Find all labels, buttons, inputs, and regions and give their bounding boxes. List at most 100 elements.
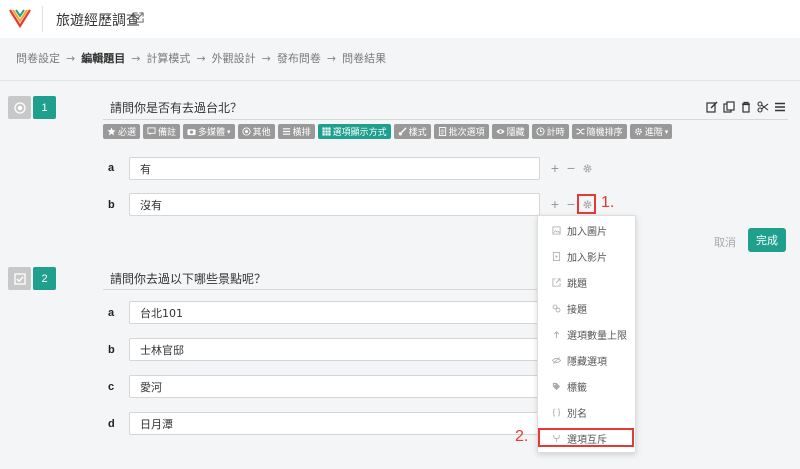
annotation-highlight-box	[577, 194, 596, 214]
shuffle-icon	[576, 127, 585, 136]
star-icon	[107, 127, 116, 136]
menu-item-external-link[interactable]: 跳題	[538, 271, 635, 293]
toolbar-button-label: 橫排	[292, 128, 311, 138]
toolbar-button-label: 進階	[644, 128, 663, 138]
menu-item-video[interactable]: 加入影片	[538, 245, 635, 267]
step-results[interactable]: 問卷結果	[342, 50, 386, 66]
menu-item-label: 跳題	[567, 278, 587, 290]
question-number: 1	[33, 96, 56, 119]
radio-type-icon[interactable]	[8, 96, 31, 119]
option-input-a[interactable]: 有	[129, 157, 540, 180]
step-edit-questions[interactable]: 編輯題目	[81, 50, 125, 66]
option-settings-menu: 加入圖片 加入影片 跳題 接題 選項數量上限 隱藏選項 標籤 別名 選項互斥	[537, 215, 636, 453]
divider	[42, 6, 43, 32]
toolbar-button-grid[interactable]: 選項顯示方式	[317, 124, 391, 139]
option-letter: a	[108, 307, 115, 319]
arrow-icon: →	[66, 51, 76, 65]
toolbar-button-clock[interactable]: 計時	[531, 124, 569, 139]
gear-icon	[634, 127, 643, 136]
step-appearance[interactable]: 外觀設計	[212, 50, 256, 66]
edit-icon[interactable]	[706, 101, 718, 113]
menu-item-label: 加入影片	[567, 252, 607, 264]
tag-icon	[552, 382, 561, 391]
question-1-title[interactable]: 請問你是否有去過台北？	[110, 99, 242, 116]
eye-slash-icon	[552, 356, 561, 365]
toolbar-button-comment[interactable]: 備註	[143, 124, 181, 139]
toolbar-button-gear[interactable]: 進階 ▾	[629, 124, 673, 139]
annotation-highlight-box	[538, 428, 634, 447]
question-2-header: 2	[8, 267, 56, 290]
toolbar-button-doc[interactable]: 批次選項	[433, 124, 489, 139]
app-logo[interactable]	[8, 6, 32, 30]
menu-item-braces[interactable]: 別名	[538, 401, 635, 423]
arrow-icon: →	[196, 51, 206, 65]
step-publish[interactable]: 發布問卷	[277, 50, 321, 66]
toolbar-button-label: 必選	[118, 128, 137, 138]
add-option-button[interactable]: +	[550, 197, 560, 211]
option-controls: + −	[550, 161, 593, 175]
arrow-icon: →	[326, 51, 337, 65]
question-2-title[interactable]: 請問你去過以下哪些景點呢？	[110, 270, 266, 287]
scissors-icon[interactable]	[757, 101, 769, 113]
question-underline	[103, 289, 539, 290]
copy-icon[interactable]	[723, 101, 735, 113]
menu-item-link[interactable]: 接題	[538, 297, 635, 319]
menu-item-eye-slash[interactable]: 隱藏選項	[538, 349, 635, 371]
trash-icon[interactable]	[740, 101, 752, 113]
menu-item-tag[interactable]: 標籤	[538, 375, 635, 397]
clock-icon	[536, 127, 545, 136]
gear-icon[interactable]	[582, 163, 593, 174]
step-breadcrumb: 問卷設定 → 編輯題目 → 計算模式 → 外觀設計 → 發布問卷 → 問卷結果	[16, 50, 386, 66]
option-input-d[interactable]: 日月潭	[129, 412, 540, 435]
menu-item-upload[interactable]: 選項數量上限	[538, 323, 635, 345]
toolbar-button-label: 計時	[546, 128, 565, 138]
link-icon	[552, 304, 561, 313]
option-letter: c	[108, 381, 115, 393]
survey-title: 旅遊經歷調查	[56, 13, 140, 29]
menu-icon[interactable]	[774, 101, 786, 113]
remove-option-button[interactable]: −	[566, 161, 576, 175]
menu-item-image[interactable]: 加入圖片	[538, 219, 635, 241]
option-input-c[interactable]: 愛河	[129, 375, 540, 398]
add-option-button[interactable]: +	[550, 161, 560, 175]
step-survey-settings[interactable]: 問卷設定	[16, 50, 60, 66]
toolbar-button-label: 選項顯示方式	[332, 128, 387, 138]
toolbar-button-list[interactable]: 橫排	[277, 124, 315, 139]
option-letter: b	[108, 344, 115, 356]
video-icon	[552, 251, 561, 261]
toolbar-button-label: 隨機排序	[586, 128, 623, 138]
toolbar-button-label: 樣式	[408, 128, 427, 138]
toolbar-button-star[interactable]: 必選	[103, 124, 141, 139]
option-letter: b	[108, 199, 115, 211]
done-button[interactable]: 完成	[748, 228, 786, 252]
step-calculation-mode[interactable]: 計算模式	[146, 50, 190, 66]
question-1-header: 1	[8, 96, 56, 119]
arrow-icon: →	[261, 51, 271, 65]
toolbar-button-circle-dot[interactable]: 其他	[237, 124, 275, 139]
toolbar-button-eye[interactable]: 隱藏	[491, 124, 529, 139]
annotation-label: 2.	[515, 428, 529, 445]
toolbar-button-shuffle[interactable]: 隨機排序	[571, 124, 627, 139]
menu-item-label: 加入圖片	[567, 226, 607, 238]
menu-item-label: 接題	[567, 304, 587, 316]
toolbar-button-label: 其他	[252, 128, 271, 138]
toolbar-button-brush[interactable]: 樣式	[393, 124, 431, 139]
question-toolbar: 必選 備註 多媒體 ▾ 其他 橫排 選項顯示方式 樣式 批次選項 隱藏 計時 隨機排序 進階 ▾	[103, 124, 673, 139]
remove-option-button[interactable]: −	[566, 197, 576, 211]
caret-down-icon: ▾	[664, 127, 669, 136]
option-input-a[interactable]: 台北101	[129, 301, 540, 324]
toolbar-button-label: 批次選項	[448, 128, 485, 138]
caret-down-icon: ▾	[227, 127, 231, 136]
toolbar-button-label: 多媒體	[198, 128, 226, 138]
menu-item-label: 別名	[567, 408, 587, 420]
question-tools	[706, 101, 786, 113]
cancel-button[interactable]: 取消	[714, 234, 736, 250]
external-link-icon[interactable]	[133, 12, 144, 23]
braces-icon	[552, 407, 561, 417]
top-bar: 旅遊經歷調查	[0, 0, 800, 38]
checkbox-type-icon[interactable]	[8, 267, 31, 290]
doc-icon	[438, 127, 447, 136]
option-input-b[interactable]: 沒有	[129, 193, 540, 216]
option-input-b[interactable]: 士林官邸	[129, 338, 540, 361]
toolbar-button-camera[interactable]: 多媒體 ▾	[183, 124, 235, 139]
